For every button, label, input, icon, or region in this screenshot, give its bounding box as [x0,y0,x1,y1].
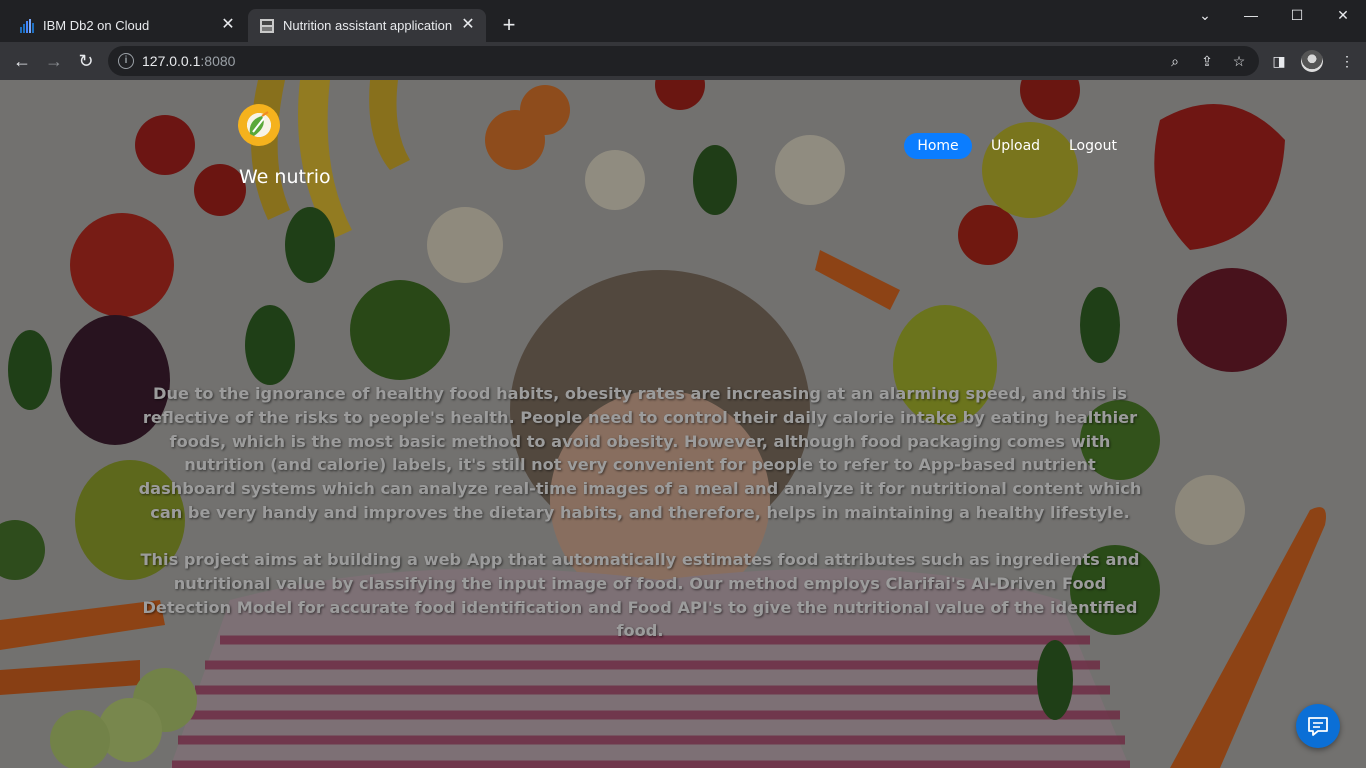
tab-ibm-db2[interactable]: IBM Db2 on Cloud ✕ [8,9,246,42]
bookmark-star-icon[interactable]: ☆ [1231,53,1247,69]
page-viewport: We nutrio Home Upload Logout Due to the … [0,80,1366,768]
brand-logo[interactable] [238,104,280,146]
close-window-icon[interactable]: ✕ [1320,4,1366,28]
app-favicon-icon [260,19,274,33]
url-text[interactable]: 127.0.0.1:8080 [142,53,235,69]
menu-kebab-icon[interactable]: ⋮ [1338,52,1356,70]
tab-search-icon[interactable]: ⌄ [1182,4,1228,28]
share-icon[interactable]: ⇪ [1199,53,1215,69]
chat-icon [1308,717,1328,736]
profile-avatar[interactable] [1301,50,1323,72]
side-panel-icon[interactable]: ◨ [1270,52,1288,70]
brand-name[interactable]: We nutrio [239,166,331,188]
close-tab-icon[interactable]: ✕ [218,15,238,35]
chat-button[interactable] [1296,704,1340,748]
site-info-icon[interactable]: i [118,53,134,69]
new-tab-button[interactable]: + [496,13,522,39]
tab-title: IBM Db2 on Cloud [43,18,150,33]
zoom-icon[interactable]: ⌕ [1167,53,1183,69]
fork-leaf-icon [249,111,269,136]
browser-toolbar: ← → ↻ i 127.0.0.1:8080 ⌕ ⇪ ☆ ◨ ⋮ [0,42,1366,80]
reload-icon[interactable]: ↻ [72,47,100,75]
address-bar[interactable]: i 127.0.0.1:8080 ⌕ ⇪ ☆ [108,46,1259,76]
back-icon[interactable]: ← [8,47,36,75]
close-tab-icon[interactable]: ✕ [458,15,478,35]
tab-title: Nutrition assistant application [283,18,453,33]
forward-icon[interactable]: → [40,47,68,75]
tab-nutrition-app[interactable]: Nutrition assistant application ✕ [248,9,486,42]
tab-strip: IBM Db2 on Cloud ✕ Nutrition assistant a… [0,0,1366,42]
nav-logout-link[interactable]: Logout [1069,133,1117,159]
minimize-icon[interactable]: — [1228,4,1274,28]
maximize-icon[interactable]: ☐ [1274,4,1320,28]
nav-upload-link[interactable]: Upload [991,133,1040,159]
project-paragraph: This project aims at building a web App … [140,550,1140,641]
ibm-db2-icon [20,19,34,33]
intro-paragraph: Due to the ignorance of healthy food hab… [138,384,1142,522]
nav-home-link[interactable]: Home [904,133,972,159]
